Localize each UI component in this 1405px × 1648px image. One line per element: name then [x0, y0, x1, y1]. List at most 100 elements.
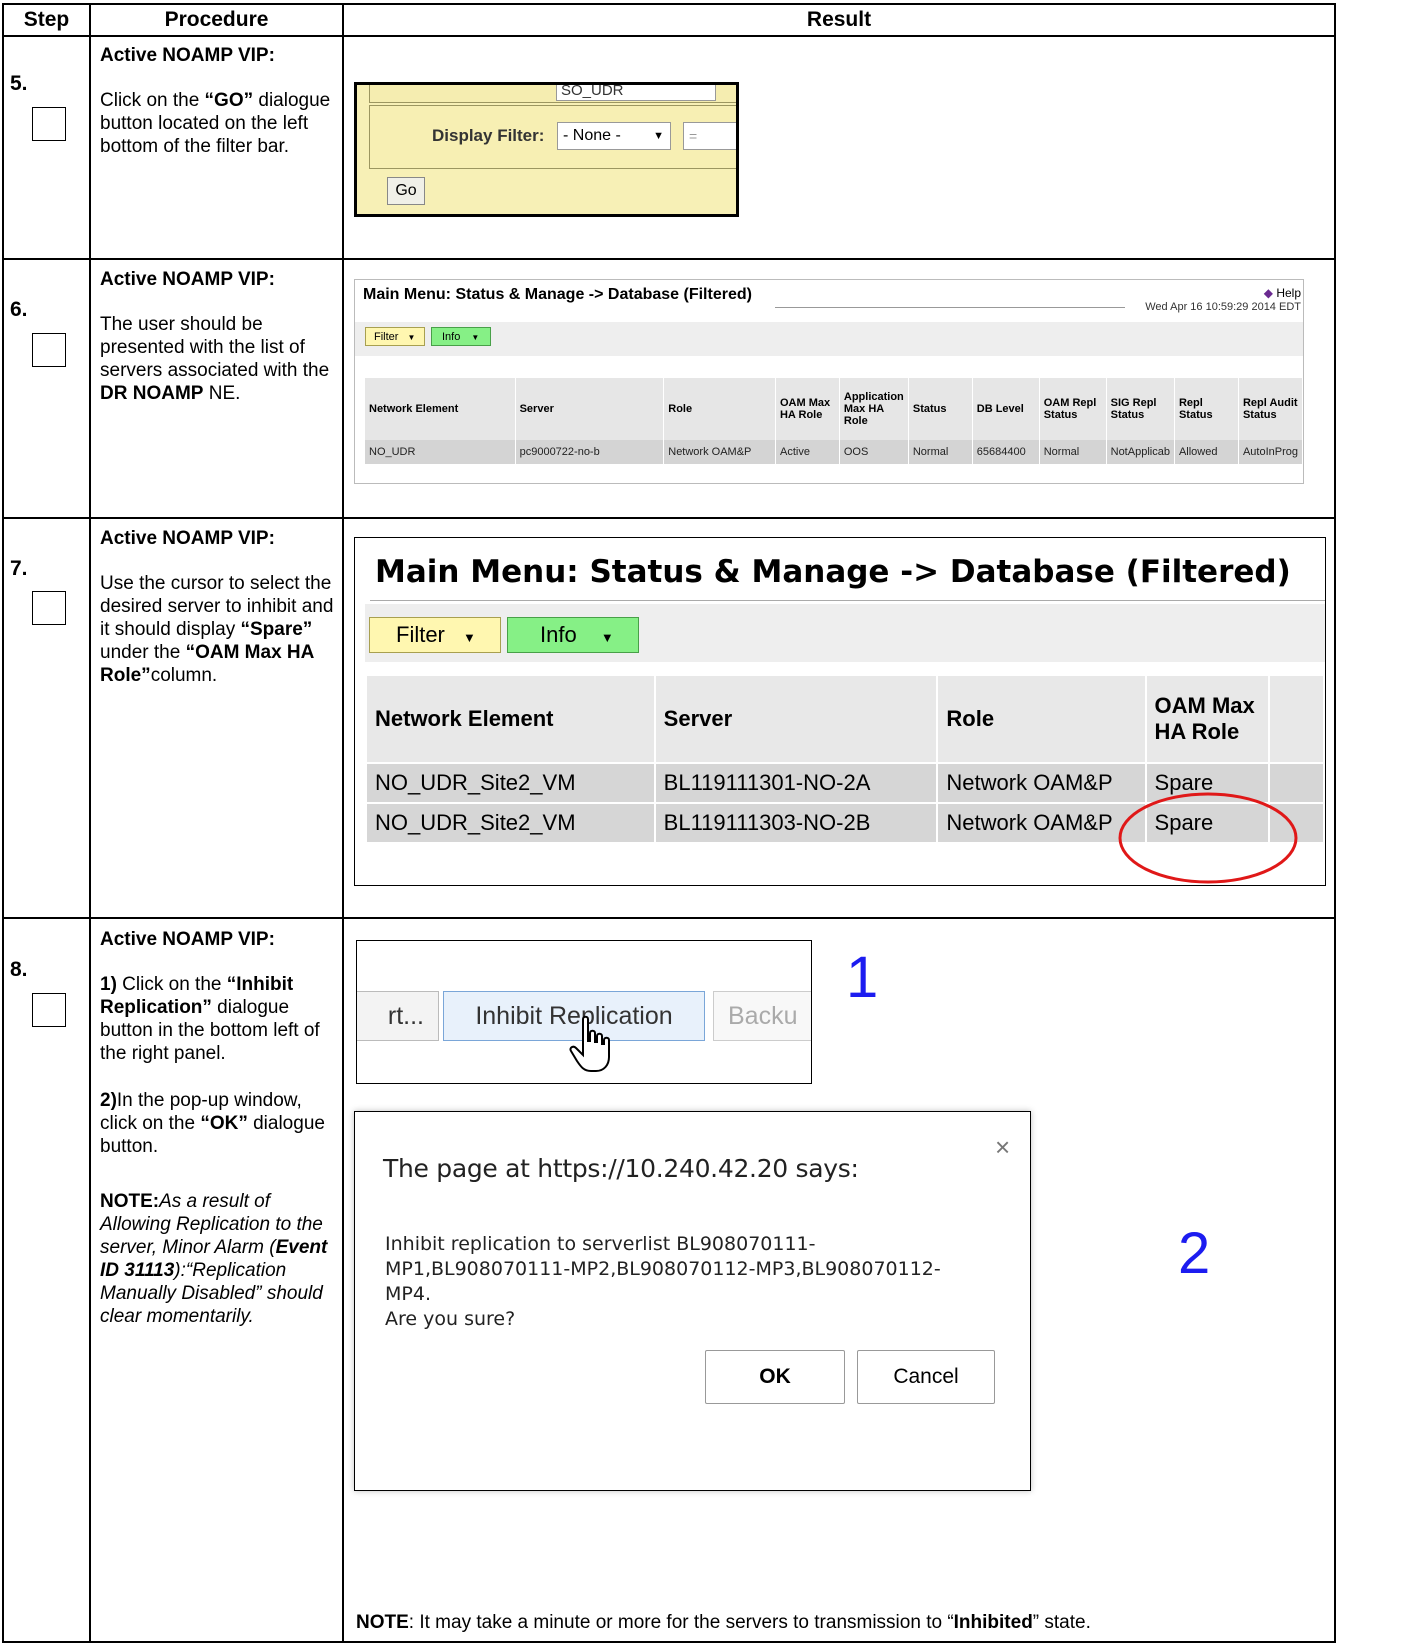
- table-cell: NotApplicab: [1106, 440, 1175, 464]
- column-header-truncated: [1269, 676, 1325, 763]
- step-procedure: Active NOAMP VIP: Click on the “GO” dial…: [100, 45, 331, 157]
- column-header: DB Level: [972, 378, 1040, 440]
- column-header: Status: [908, 378, 973, 440]
- step-checkbox[interactable]: [32, 993, 66, 1027]
- info-button[interactable]: Info ▼: [507, 617, 639, 653]
- toolbar-bg: [355, 322, 1303, 356]
- table-cell: BL119111301-NO-2A: [654, 762, 939, 803]
- inhibited-note: NOTE: It may take a minute or more for t…: [356, 1612, 1091, 1633]
- grid-header-bottom: [2, 35, 1336, 37]
- grid-right: [1334, 3, 1336, 1643]
- display-filter-label: Display Filter:: [432, 126, 545, 145]
- header-step: Step: [23, 8, 70, 31]
- cancel-button[interactable]: Cancel: [857, 1350, 995, 1404]
- database-small-screenshot: Main Menu: Status & Manage -> Database (…: [354, 279, 1304, 484]
- grid-row6-bottom: [2, 517, 1336, 519]
- database-large-screenshot: Main Menu: Status & Manage -> Database (…: [354, 537, 1326, 886]
- grid-bottom: [2, 1641, 1336, 1643]
- step-marker-1: 1: [846, 945, 879, 1010]
- help-icon: ◆: [1263, 286, 1273, 300]
- table-cell: Normal: [1039, 440, 1107, 464]
- table-row[interactable]: NO_UDR pc9000722-no-b Network OAM&P Acti…: [365, 440, 1303, 464]
- grid-col1: [89, 3, 91, 1643]
- table-header-row: Network Element Server Role OAM Max HA R…: [367, 676, 1325, 763]
- dropdown-arrow-icon: ▼: [463, 630, 476, 645]
- step-procedure: Active NOAMP VIP: 1) Click on the “Inhib…: [100, 929, 328, 1327]
- grid-row5-bottom: [2, 258, 1336, 260]
- table-cell: Allowed: [1174, 440, 1239, 464]
- step-title: Active NOAMP VIP:: [100, 45, 275, 66]
- close-icon[interactable]: ×: [995, 1132, 1010, 1163]
- step-number: 8.: [10, 958, 28, 981]
- hand-cursor-icon: [569, 1015, 610, 1072]
- column-header: Application Max HA Role: [839, 378, 909, 440]
- confirm-dialog-screenshot: The page at https://10.240.42.20 says: ×…: [354, 1111, 1031, 1491]
- step-title: Active NOAMP VIP:: [100, 269, 275, 290]
- info-button[interactable]: Info ▼: [431, 327, 491, 346]
- grid-left: [2, 3, 4, 1643]
- header-result: Result: [806, 8, 872, 31]
- filter-operator-field[interactable]: =: [683, 122, 736, 150]
- filter-button[interactable]: Filter ▼: [369, 617, 501, 653]
- display-filter-select[interactable]: - None - ▼: [557, 122, 671, 150]
- export-button[interactable]: rt...: [357, 991, 439, 1041]
- grid-row7-bottom: [2, 917, 1336, 919]
- column-header: OAM Max HA Role: [1145, 676, 1271, 763]
- server-table: Network Element Server Role OAM Max HA R…: [365, 378, 1303, 464]
- filter-button[interactable]: Filter ▼: [365, 327, 425, 346]
- column-header: Role: [663, 378, 776, 440]
- dropdown-arrow-icon: ▼: [407, 333, 416, 342]
- table-header-row: Network Element Server Role OAM Max HA R…: [365, 378, 1303, 440]
- step-number: 5.: [10, 72, 28, 95]
- step-number: 7.: [10, 557, 28, 580]
- column-header: OAM Max HA Role: [775, 378, 840, 440]
- table-cell: NO_UDR_Site2_VM: [367, 762, 656, 803]
- step-checkbox[interactable]: [32, 333, 66, 367]
- grid-col2: [342, 3, 344, 1643]
- select-arrow-icon: ▼: [653, 130, 664, 142]
- table-cell: OOS: [839, 440, 909, 464]
- dropdown-arrow-icon: ▼: [600, 630, 614, 645]
- table-cell: pc9000722-no-b: [515, 440, 665, 464]
- column-header: Server: [515, 378, 665, 440]
- step-marker-2: 2: [1178, 1221, 1211, 1286]
- step-number: 6.: [10, 298, 28, 321]
- header-procedure: Procedure: [164, 8, 269, 31]
- table-cell: Active: [775, 440, 840, 464]
- table-cell: NO_UDR: [365, 440, 516, 464]
- page-title: Main Menu: Status & Manage -> Database (…: [363, 286, 752, 303]
- step-title: Active NOAMP VIP:: [100, 528, 275, 549]
- dialog-title: The page at https://10.240.42.20 says:: [383, 1154, 859, 1183]
- title-rule: [775, 307, 1125, 308]
- table-cell: AutoInProg: [1238, 440, 1303, 464]
- grid-top: [2, 3, 1336, 5]
- column-header: SIG Repl Status: [1106, 378, 1175, 440]
- backup-button[interactable]: Backu: [713, 991, 811, 1041]
- filter-top-row: SO_UDR: [369, 85, 736, 103]
- dropdown-arrow-icon: ▼: [471, 333, 480, 342]
- table-cell: Network OAM&P: [663, 440, 776, 464]
- step-checkbox[interactable]: [32, 591, 66, 625]
- table-cell: Normal: [908, 440, 973, 464]
- step-procedure: Active NOAMP VIP: The user should be pre…: [100, 269, 330, 404]
- column-header: Network Element: [367, 676, 656, 763]
- column-header: Role: [937, 676, 1147, 763]
- highlight-circle-icon: [1118, 792, 1298, 884]
- page-title: Main Menu: Status & Manage -> Database (…: [375, 554, 1291, 590]
- help-link[interactable]: ◆ Help: [1264, 286, 1301, 300]
- column-header: Network Element: [365, 378, 516, 440]
- table-cell: BL119111303-NO-2B: [654, 802, 939, 842]
- timestamp: Wed Apr 16 10:59:29 2014 EDT: [1145, 301, 1301, 313]
- dialog-message: Inhibit replication to serverlist BL9080…: [385, 1233, 941, 1330]
- step-procedure: Active NOAMP VIP: Use the cursor to sele…: [100, 528, 334, 686]
- step-title: Active NOAMP VIP:: [100, 929, 275, 950]
- title-rule: [370, 600, 1325, 601]
- column-header: Server: [654, 676, 939, 763]
- filter-panel: Display Filter: - None - ▼ =: [369, 105, 736, 169]
- ok-button[interactable]: OK: [705, 1350, 845, 1404]
- step-checkbox[interactable]: [32, 107, 66, 141]
- column-header: Repl Audit Status: [1238, 378, 1303, 440]
- display-filter-screenshot: SO_UDR Display Filter: - None - ▼ = Go: [354, 82, 739, 217]
- table-cell: 65684400: [972, 440, 1040, 464]
- go-button[interactable]: Go: [387, 177, 425, 205]
